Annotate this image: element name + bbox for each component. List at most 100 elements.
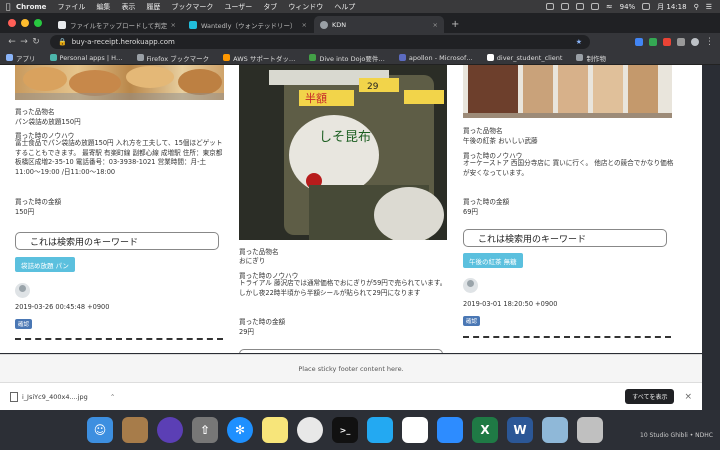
menu-bookmarks[interactable]: ブックマーク [171,2,213,12]
folder-icon [136,54,144,61]
bread-photo-graphic [15,66,224,100]
apple-menu-icon[interactable]:  [0,2,16,11]
menu-history[interactable]: 履歴 [146,2,160,12]
vscode-icon[interactable] [367,417,393,443]
bluetooth-icon[interactable] [590,3,599,10]
status-badge[interactable]: 確認 [463,316,481,326]
wifi-icon[interactable]: ≈ [606,2,613,11]
avatar[interactable] [15,283,30,298]
dropbox-icon[interactable] [545,3,554,10]
extension-icon[interactable] [635,38,643,46]
keyword-button[interactable]: これは検索用のキーワード [463,229,667,247]
trash-icon[interactable] [577,417,603,443]
bread-photo[interactable] [15,65,224,100]
keyword-button[interactable]: これは検索用のキーワード [15,232,219,250]
bookmark-label: apollon - Microsof… [408,53,473,62]
bookmark-star-icon[interactable]: ★ [576,38,582,46]
forward-icon[interactable]: → [18,37,30,47]
rice-ball-photo[interactable]: 半額 29 しそ昆布 [239,65,447,240]
menu-help[interactable]: ヘルプ [334,2,355,12]
preview-icon[interactable] [542,417,568,443]
battery-icon[interactable] [642,3,651,10]
bookmark-works[interactable]: 制作物 [576,53,606,63]
search-icon[interactable]: ⚲ [694,3,699,11]
battery-percent[interactable]: 94% [620,3,636,11]
rice-ball-photo-graphic: 半額 29 しそ昆布 [239,65,447,240]
bookmark-firefox[interactable]: Firefox ブックマーク [136,53,209,63]
menu-file[interactable]: ファイル [57,2,85,12]
extension-icon[interactable] [649,38,657,46]
dock-trailing-text: 10 Studio Ghibli • NDHC [640,432,713,439]
word-icon[interactable]: W [507,417,533,443]
card-divider [463,336,671,338]
safari-icon[interactable]: ✻ [227,417,253,443]
close-download-bar-icon[interactable]: × [684,392,692,402]
siri-icon[interactable] [157,417,183,443]
bookmark-apps[interactable]: アプリ [6,53,36,63]
item-value: 午後の紅茶 おいしい武藤 [463,137,538,145]
show-all-downloads-button[interactable]: すべてを表示 [625,389,675,404]
back-icon[interactable]: ← [6,37,18,47]
launchpad-rocket-icon[interactable]: ⇧ [192,417,218,443]
tab-upload[interactable]: ファイルをアップロードして判定… × [52,16,182,33]
price-value: 150円 [15,208,35,216]
extension-icon[interactable] [663,38,671,46]
menu-tab[interactable]: タブ [263,2,277,12]
tab-title: ファイルをアップロードして判定… [70,21,167,30]
terminal-icon[interactable]: >_ [332,417,358,443]
zoom-icon[interactable] [437,417,463,443]
bookmark-personal-apps[interactable]: Personal apps | H… [49,53,123,62]
tab-close-icon[interactable]: × [302,21,307,29]
extensions-puzzle-icon[interactable] [677,38,685,46]
tab-kdn[interactable]: KDN × [314,16,444,33]
keyword-button[interactable] [239,349,443,353]
notes-book-icon[interactable] [122,417,148,443]
tag-button[interactable]: 午後の紅茶 無糖 [463,253,523,268]
maximize-window-icon[interactable] [34,19,42,27]
tab-close-icon[interactable]: × [171,21,176,29]
window-controls [0,19,52,33]
tea-photo[interactable] [463,65,672,118]
tag-button[interactable]: 袋詰め放題 パン [15,257,75,272]
excel-icon[interactable]: X [472,417,498,443]
menu-edit[interactable]: 編集 [96,2,110,12]
reload-icon[interactable]: ↻ [30,37,42,47]
avatar[interactable] [463,278,478,293]
minimize-window-icon[interactable] [21,19,29,27]
notes-icon[interactable] [262,417,288,443]
aws-icon [223,54,231,61]
download-filename: i_JsiYc9_400x4....jpg [22,392,88,401]
tab-title: Wantedly（ウォンテッドリー） [201,21,297,30]
item-heading: 買った品物名 [15,108,55,116]
tab-wantedly[interactable]: Wantedly（ウォンテッドリー） × [183,16,313,33]
menu-clock[interactable]: 月 14:18 [657,2,686,12]
audio-icon[interactable] [575,3,584,10]
download-item[interactable]: i_JsiYc9_400x4....jpg ⌃ [10,391,115,402]
price-value: 29円 [239,328,254,336]
finder-icon[interactable]: ☺ [87,417,113,443]
tab-title: KDN [332,20,347,29]
bookmark-dive-into-dojo[interactable]: Dive into Dojo要件… [309,53,385,63]
new-tab-icon[interactable]: + [445,19,465,33]
control-center-icon[interactable]: ☰ [706,3,712,11]
slack-icon[interactable] [402,417,428,443]
chrome-icon[interactable] [297,417,323,443]
bookmark-apollon[interactable]: apollon - Microsof… [398,53,473,62]
download-bar: i_JsiYc9_400x4....jpg ⌃ すべてを表示 × [0,382,702,410]
tab-close-icon[interactable]: × [433,21,438,29]
address-bar[interactable]: 🔒 buy-a-receipt.herokuapp.com ★ [50,35,590,49]
bookmark-label: Personal apps | H… [59,53,123,62]
profile-avatar[interactable] [691,38,699,46]
cast-icon[interactable] [560,3,569,10]
bookmark-aws[interactable]: AWS サポートダッ… [223,53,295,63]
menu-user[interactable]: ユーザー [224,2,252,12]
more-menu-icon[interactable]: ⋮ [705,37,714,47]
menu-app-name[interactable]: Chrome [16,3,46,11]
menu-window[interactable]: ウィンドウ [288,2,323,12]
close-window-icon[interactable] [8,19,16,27]
status-badge[interactable]: 確認 [15,319,33,329]
page-scrollbar[interactable] [702,65,720,353]
menu-view[interactable]: 表示 [121,2,135,12]
download-chevron-icon[interactable]: ⌃ [110,393,115,401]
bookmark-diver[interactable]: diver_student_client [486,54,562,62]
